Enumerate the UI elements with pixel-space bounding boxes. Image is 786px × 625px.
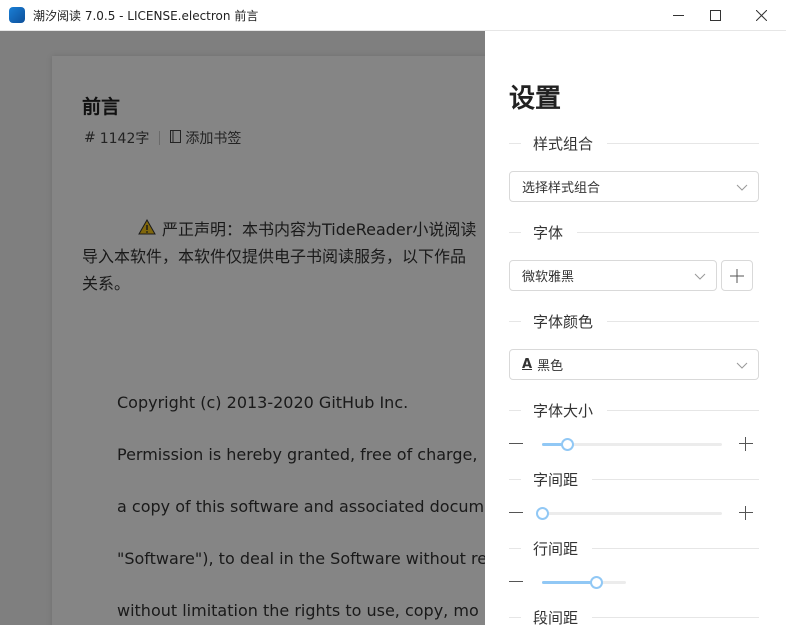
paragraph-spacing-label: 段间距 xyxy=(533,608,579,625)
close-icon xyxy=(755,10,767,21)
font-label: 字体 xyxy=(533,223,564,242)
slider-handle[interactable] xyxy=(590,576,603,589)
letter-spacing-slider[interactable] xyxy=(509,503,759,523)
app-logo-icon xyxy=(9,7,25,23)
maximize-icon xyxy=(709,10,721,21)
slider-fill xyxy=(542,581,596,584)
increase-icon[interactable] xyxy=(739,506,753,520)
slider-handle[interactable] xyxy=(536,507,549,520)
close-button[interactable] xyxy=(738,0,784,31)
slider-handle[interactable] xyxy=(561,438,574,451)
letter-spacing-section: 字间距 xyxy=(509,469,759,489)
style-combo-select[interactable]: 选择样式组合 xyxy=(509,171,759,202)
style-combo-label: 样式组合 xyxy=(533,134,594,153)
settings-title: 设置 xyxy=(509,84,562,114)
minimize-icon xyxy=(672,15,684,16)
chevron-down-icon xyxy=(736,362,748,369)
font-size-section: 字体大小 xyxy=(509,400,759,420)
font-color-select[interactable]: A 黑色 xyxy=(509,349,759,380)
decrease-icon[interactable] xyxy=(509,512,523,513)
slider-track[interactable] xyxy=(536,507,722,520)
decrease-icon[interactable] xyxy=(509,443,523,444)
slider-track[interactable] xyxy=(542,576,626,589)
font-section: 字体 xyxy=(509,222,759,242)
chevron-down-icon xyxy=(736,184,748,191)
font-color-value: 黑色 xyxy=(537,359,564,374)
font-color-section: 字体颜色 xyxy=(509,311,759,331)
font-color-label: 字体颜色 xyxy=(533,312,594,331)
font-size-slider[interactable] xyxy=(509,434,759,454)
font-select[interactable]: 微软雅黑 xyxy=(509,260,717,291)
title-bar: 潮汐阅读 7.0.5 - LICENSE.electron 前言 xyxy=(0,0,786,31)
font-size-label: 字体大小 xyxy=(533,401,594,420)
line-spacing-slider[interactable] xyxy=(509,572,759,592)
increase-icon[interactable] xyxy=(739,437,753,451)
letter-spacing-label: 字间距 xyxy=(533,470,579,489)
style-combo-section: 样式组合 xyxy=(509,133,759,153)
style-combo-value: 选择样式组合 xyxy=(522,181,601,196)
line-spacing-label: 行间距 xyxy=(533,539,579,558)
decrease-icon[interactable] xyxy=(509,581,523,582)
chevron-down-icon xyxy=(694,273,706,280)
slider-track[interactable] xyxy=(542,438,722,451)
settings-panel: 设置 样式组合 选择样式组合 字体 微软雅黑 字体颜色 A 黑色 字体大小 字间… xyxy=(485,31,786,625)
paragraph-spacing-section: 段间距 xyxy=(509,607,759,625)
line-spacing-section: 行间距 xyxy=(509,538,759,558)
maximize-button[interactable] xyxy=(692,0,738,31)
add-font-button[interactable] xyxy=(721,260,753,291)
font-value: 微软雅黑 xyxy=(522,270,575,285)
window-title: 潮汐阅读 7.0.5 - LICENSE.electron 前言 xyxy=(33,8,259,23)
plus-icon xyxy=(730,268,744,283)
font-color-a-icon: A xyxy=(522,357,533,372)
